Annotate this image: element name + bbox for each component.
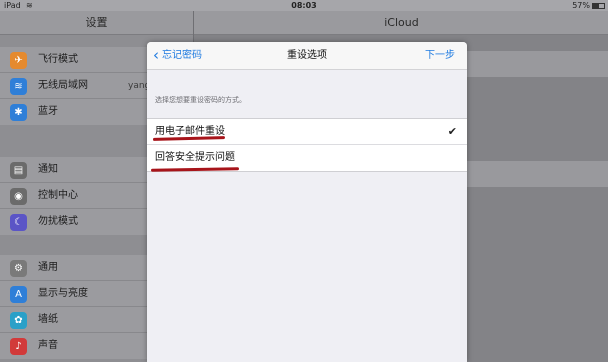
wifi-icon: ≋ bbox=[10, 78, 27, 95]
notifications-icon: ▤ bbox=[10, 162, 27, 179]
detail-title: iCloud bbox=[194, 11, 608, 35]
sounds-icon: ♪ bbox=[10, 338, 27, 355]
do-not-disturb-icon: ☾ bbox=[10, 214, 27, 231]
clock: 08:03 bbox=[291, 1, 317, 10]
battery-icon bbox=[592, 3, 605, 9]
sidebar-item-label: 通用 bbox=[38, 262, 58, 273]
instruction-text: 选择您想要重设密码的方式。 bbox=[155, 96, 246, 104]
modal-nav-bar: ‹ 忘记密码 重设选项 下一步 bbox=[147, 42, 467, 70]
sidebar-item-label: 无线局域网 bbox=[38, 80, 88, 91]
reset-options-list: 用电子邮件重设 ✔ 回答安全提示问题 bbox=[147, 118, 467, 172]
battery-fill bbox=[593, 4, 600, 8]
sidebar-item-label: 声音 bbox=[38, 340, 58, 351]
checkmark-icon: ✔ bbox=[447, 125, 457, 138]
general-icon: ⚙ bbox=[10, 260, 27, 277]
chevron-left-icon: ‹ bbox=[153, 46, 159, 64]
sidebar-item-label: 通知 bbox=[38, 164, 58, 175]
reset-options-modal: ‹ 忘记密码 重设选项 下一步 选择您想要重设密码的方式。 用电子邮件重设 ✔ 回… bbox=[147, 42, 467, 362]
back-label: 忘记密码 bbox=[162, 50, 202, 61]
next-button[interactable]: 下一步 bbox=[425, 42, 455, 70]
back-button[interactable]: ‹ 忘记密码 bbox=[153, 42, 202, 70]
sidebar-item-label: 勿扰模式 bbox=[38, 216, 78, 227]
sidebar-item-label: 飞行模式 bbox=[38, 54, 78, 65]
sidebar-item-label: 蓝牙 bbox=[38, 106, 58, 117]
display-brightness-icon: A bbox=[10, 286, 27, 303]
airplane-icon: ✈ bbox=[10, 52, 27, 69]
settings-title: 设置 bbox=[0, 11, 193, 35]
sidebar-item-label: 墙纸 bbox=[38, 314, 58, 325]
bluetooth-icon: ✱ bbox=[10, 104, 27, 121]
option-email-reset[interactable]: 用电子邮件重设 ✔ bbox=[147, 119, 467, 145]
status-bar: iPad ≋ 08:03 57% bbox=[0, 0, 608, 11]
control-center-icon: ◉ bbox=[10, 188, 27, 205]
option-label: 用电子邮件重设 bbox=[155, 126, 225, 137]
wallpaper-icon: ✿ bbox=[10, 312, 27, 329]
sidebar-item-label: 控制中心 bbox=[38, 190, 78, 201]
battery-percentage: 57% bbox=[572, 1, 590, 10]
sidebar-item-label: 显示与亮度 bbox=[38, 288, 88, 299]
